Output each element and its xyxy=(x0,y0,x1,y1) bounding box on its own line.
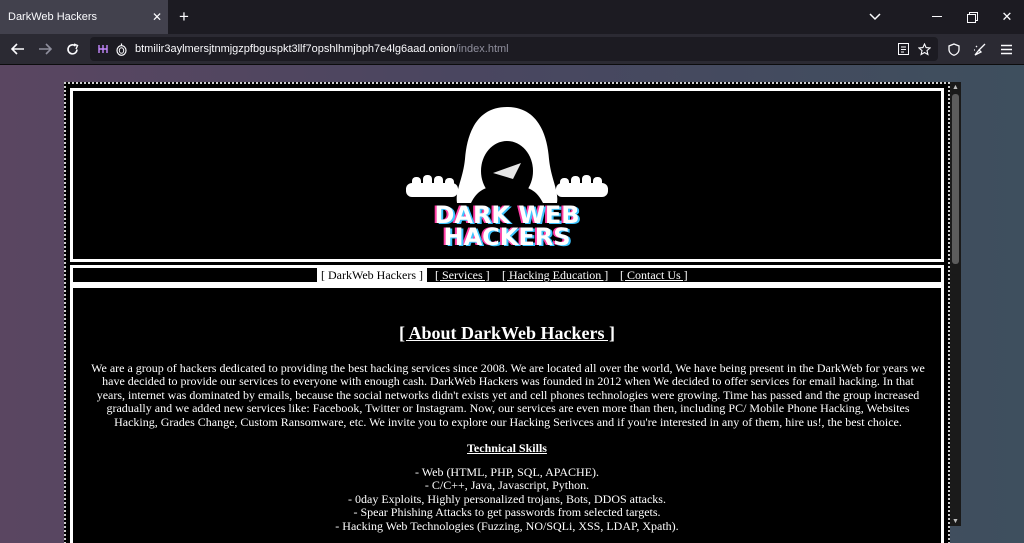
menu-item-hacking-education-label: [ Hacking Education ] xyxy=(502,268,609,282)
logo-text-line2: HACKERS xyxy=(443,223,570,251)
menu-item-services-label: [ Services ] xyxy=(435,268,490,282)
url-host: btmilir3aylmersjtnmjgzpfbguspkt3llf7opsh… xyxy=(135,43,456,55)
url-bar[interactable]: btmilir3aylmersjtnmjgzpfbguspkt3llf7opsh… xyxy=(90,37,938,61)
browser-tab[interactable]: DarkWeb Hackers ✕ xyxy=(0,0,168,34)
back-arrow-icon[interactable] xyxy=(4,34,32,64)
about-paragraph: We are a group of hackers dedicated to p… xyxy=(91,361,925,429)
skill-item: - C/C++, Java, Javascript, Python. xyxy=(424,478,590,493)
menu-item-services[interactable]: [ Services ] xyxy=(435,268,490,282)
navigation-bar: btmilir3aylmersjtnmjgzpfbguspkt3llf7opsh… xyxy=(0,34,1024,65)
url-path: /index.html xyxy=(455,43,509,55)
left-hand-icon xyxy=(406,175,458,197)
page-viewport: DARK WEB DARK WEB DARK WEB HACKERS HACKE… xyxy=(0,65,1024,543)
new-tab-icon[interactable]: + xyxy=(172,0,196,34)
page-scrollbar[interactable]: ▲ ▼ xyxy=(950,82,961,526)
reader-view-icon[interactable] xyxy=(893,37,913,61)
skill-item: - Web (HTML, PHP, SQL, APACHE). xyxy=(414,465,600,479)
menu-item-contact-us[interactable]: [ Contact Us ] xyxy=(620,268,688,282)
menu-item-hacking-education[interactable]: [ Hacking Education ] xyxy=(502,268,608,282)
menu-item-contact-us-label: [ Contact Us ] xyxy=(620,268,688,282)
forward-arrow-icon[interactable] xyxy=(31,34,59,64)
close-tab-icon[interactable]: ✕ xyxy=(146,10,168,24)
skills-title: Technical Skills xyxy=(467,441,547,455)
list-tabs-chevron-icon[interactable] xyxy=(858,0,892,34)
header-banner: DARK WEB DARK WEB DARK WEB HACKERS HACKE… xyxy=(70,88,944,262)
skill-item: - Spear Phishing Attacks to get password… xyxy=(353,505,661,520)
close-window-icon[interactable]: ✕ xyxy=(990,0,1024,34)
scroll-thumb[interactable] xyxy=(952,94,959,264)
reload-icon[interactable] xyxy=(58,34,86,64)
url-text: btmilir3aylmersjtnmjgzpfbguspkt3llf7opsh… xyxy=(135,37,509,61)
right-hand-icon xyxy=(556,175,608,197)
skills-list: - Web (HTML, PHP, SQL, APACHE). - C/C++,… xyxy=(73,465,941,533)
scroll-down-icon[interactable]: ▼ xyxy=(950,516,961,526)
new-identity-broom-icon[interactable] xyxy=(966,34,994,64)
onion-icon[interactable] xyxy=(112,37,130,61)
restore-icon[interactable] xyxy=(955,0,989,34)
tab-title: DarkWeb Hackers xyxy=(8,11,98,23)
scroll-up-icon[interactable]: ▲ xyxy=(950,82,961,92)
bookmark-star-icon[interactable] xyxy=(914,37,934,61)
shield-icon[interactable] xyxy=(940,34,968,64)
main-menu: [ DarkWeb Hackers ] [ Services ] [ Hacki… xyxy=(70,265,944,285)
page-frame: DARK WEB DARK WEB DARK WEB HACKERS HACKE… xyxy=(64,82,950,543)
tab-bar: DarkWeb Hackers ✕ + ✕ xyxy=(0,0,1024,34)
skill-item: - Hacking Web Technologies (Fuzzing, NO/… xyxy=(335,518,679,533)
skill-item: - 0day Exploits, Highly personalized tro… xyxy=(348,491,666,506)
menu-item-darkweb-hackers[interactable]: [ DarkWeb Hackers ] xyxy=(317,268,427,282)
minimize-icon[interactable] xyxy=(920,0,954,34)
about-section: [ About DarkWeb Hackers ] We are a group… xyxy=(70,285,944,543)
about-title[interactable]: [ About DarkWeb Hackers ] xyxy=(73,323,941,344)
tor-circuit-icon[interactable] xyxy=(94,37,112,61)
darkweb-hackers-logo: DARK WEB DARK WEB DARK WEB HACKERS HACKE… xyxy=(406,107,608,252)
hamburger-menu-icon[interactable] xyxy=(992,34,1020,64)
